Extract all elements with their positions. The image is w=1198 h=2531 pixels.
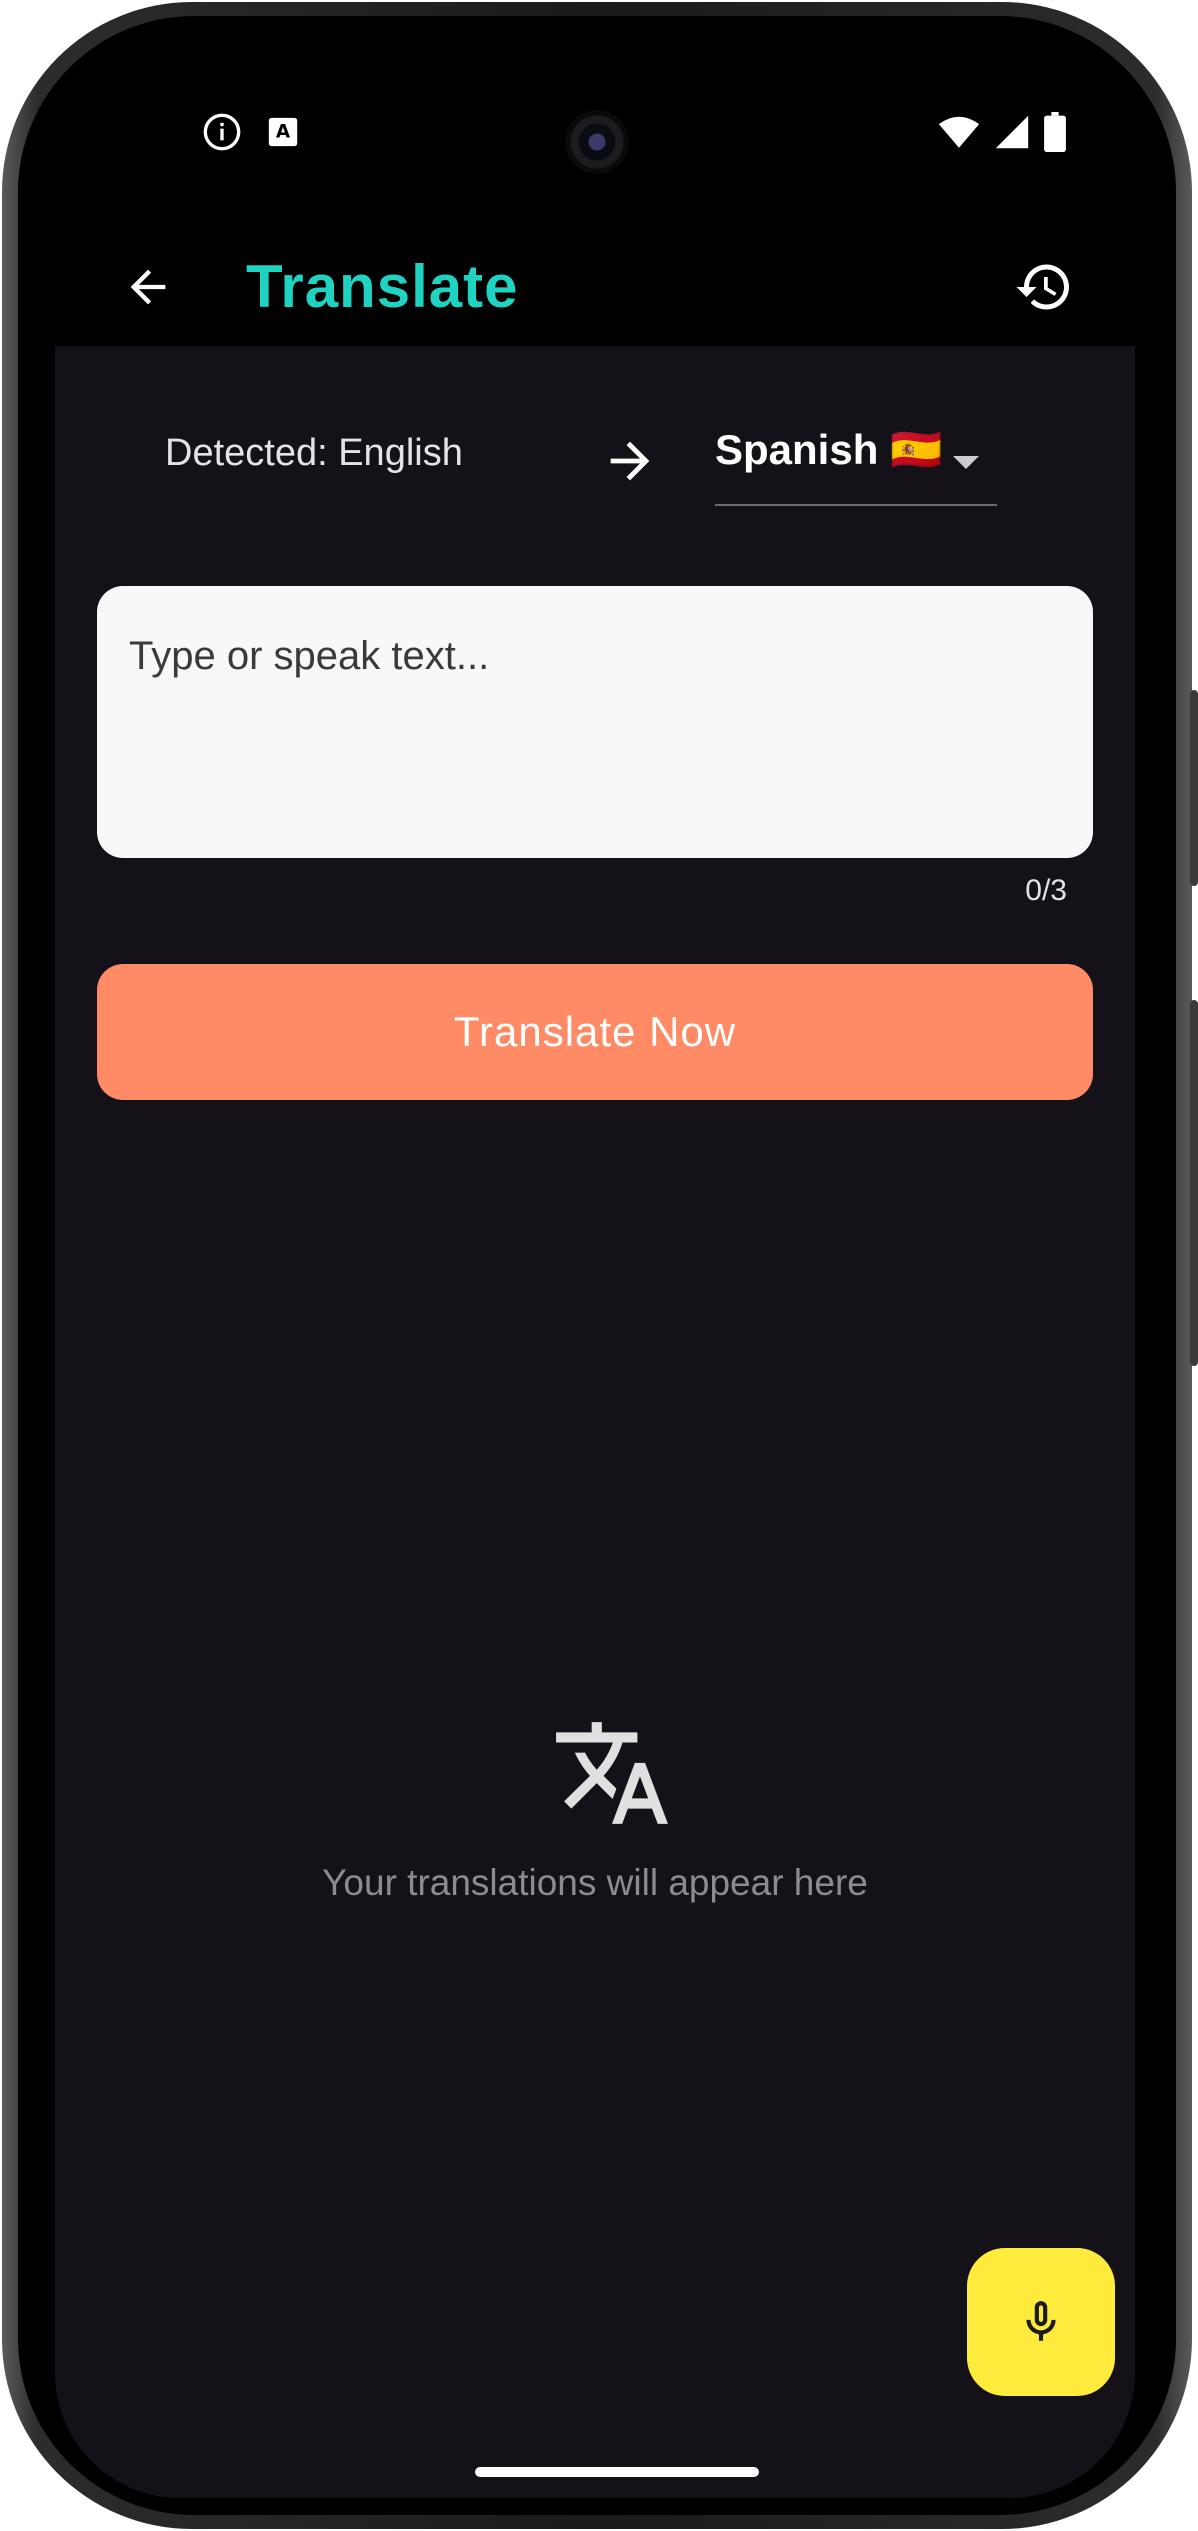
dropdown-caret-icon bbox=[953, 456, 979, 469]
detected-language-label: Detected: English bbox=[165, 432, 463, 474]
back-button[interactable] bbox=[108, 247, 188, 327]
home-indicator[interactable] bbox=[475, 2467, 759, 2477]
target-language-dropdown[interactable]: Spanish 🇪🇸 bbox=[715, 418, 997, 506]
arrow-back-icon bbox=[130, 269, 166, 305]
history-button[interactable] bbox=[1004, 247, 1084, 327]
text-recognition-icon: A bbox=[268, 117, 298, 147]
device-screen: A Translate Detected: English Spanish 🇪🇸… bbox=[22, 18, 1172, 2513]
main-content: Detected: English Spanish 🇪🇸 Type or spe… bbox=[55, 346, 1135, 2498]
translate-icon bbox=[556, 1722, 668, 1824]
cellular-signal-icon bbox=[995, 115, 1029, 149]
translate-now-button[interactable]: Translate Now bbox=[97, 964, 1093, 1100]
history-icon bbox=[1016, 264, 1069, 310]
input-placeholder: Type or speak text... bbox=[129, 634, 490, 678]
microphone-icon bbox=[1026, 2301, 1056, 2341]
translate-now-label: Translate Now bbox=[453, 1008, 737, 1055]
battery-icon bbox=[1044, 112, 1066, 152]
power-button bbox=[1190, 690, 1198, 886]
volume-button bbox=[1190, 1000, 1198, 1366]
wifi-icon bbox=[938, 116, 980, 148]
language-row: Detected: English Spanish 🇪🇸 bbox=[55, 418, 1135, 508]
microphone-button[interactable] bbox=[967, 2248, 1115, 2396]
source-text-input[interactable]: Type or speak text... bbox=[97, 586, 1093, 858]
arrow-forward-icon bbox=[610, 441, 650, 481]
svg-text:A: A bbox=[276, 122, 291, 143]
status-bar-right bbox=[938, 110, 1066, 154]
character-counter: 0/3 bbox=[1025, 874, 1067, 907]
front-camera bbox=[565, 110, 629, 174]
page-title: Translate bbox=[246, 253, 519, 320]
empty-state-message: Your translations will appear here bbox=[322, 1862, 868, 1903]
target-language-value: Spanish 🇪🇸 bbox=[715, 426, 943, 473]
status-bar-left: A bbox=[202, 110, 300, 154]
info-icon bbox=[203, 113, 241, 151]
app-bar: Translate bbox=[22, 228, 1172, 346]
